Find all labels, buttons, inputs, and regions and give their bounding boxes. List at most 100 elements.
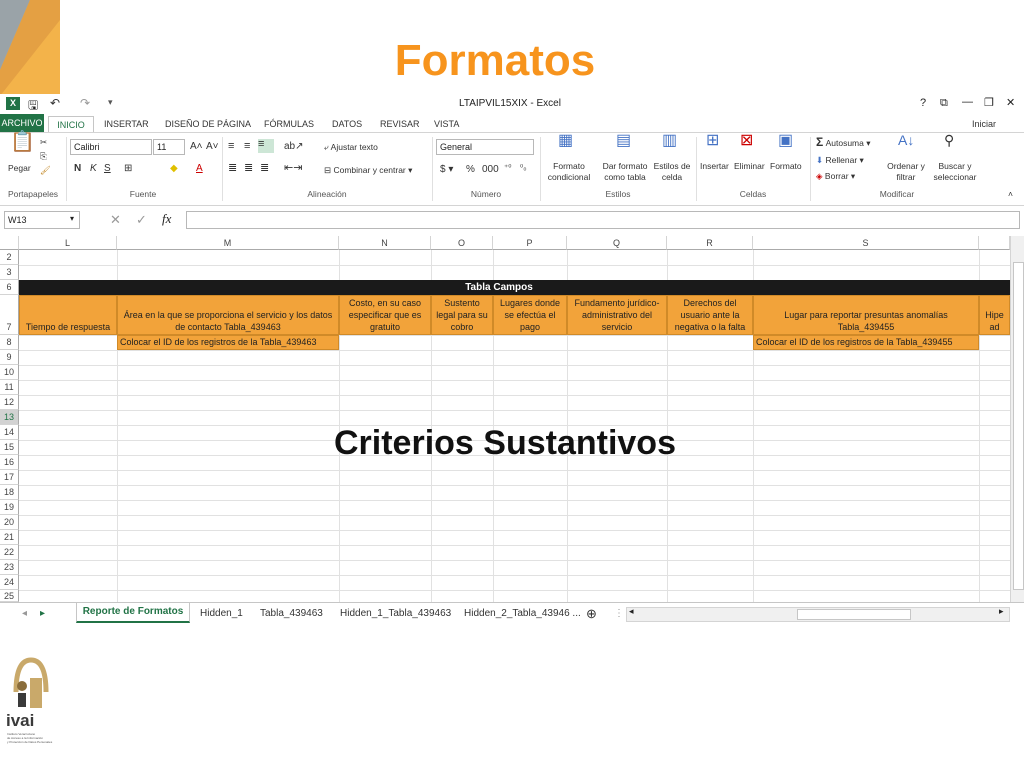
tab-vista[interactable]: VISTA xyxy=(434,116,459,132)
vertical-scrollbar[interactable] xyxy=(1010,236,1024,602)
redo-icon[interactable]: ↷ xyxy=(80,96,90,110)
row-header[interactable]: 13 xyxy=(0,410,19,425)
header-cell-l[interactable]: Tiempo de respuesta xyxy=(19,295,117,335)
tab-datos[interactable]: DATOS xyxy=(332,116,362,132)
copy-icon[interactable]: ⎘ xyxy=(40,151,47,162)
tab-inicio[interactable]: INICIO xyxy=(48,116,94,133)
restore-icon[interactable]: ❐ xyxy=(984,96,994,109)
help-icon[interactable]: ? xyxy=(920,97,926,109)
sheet-tab-hidden2-tabla[interactable]: Hidden_2_Tabla_43946 ... xyxy=(464,605,581,623)
tab-insertar[interactable]: INSERTAR xyxy=(104,116,149,132)
name-box[interactable]: W13 xyxy=(4,211,80,229)
row-header[interactable]: 2 xyxy=(0,250,19,265)
column-header-p[interactable]: P xyxy=(493,236,567,250)
next-sheet-icon[interactable]: ▸ xyxy=(40,605,45,623)
add-sheet-icon[interactable]: ⊕ xyxy=(586,605,597,623)
format-cells-icon[interactable]: ▣ xyxy=(778,133,793,149)
horizontal-scroll-thumb[interactable] xyxy=(797,609,911,620)
row-header[interactable]: 11 xyxy=(0,380,19,395)
format-table-button[interactable]: Dar formato como tabla xyxy=(598,161,652,183)
underline-icon[interactable]: S xyxy=(104,163,111,174)
tab-formulas[interactable]: FÓRMULAS xyxy=(264,116,314,132)
row-header[interactable]: 25 xyxy=(0,590,19,602)
conditional-format-button[interactable]: Formato condicional xyxy=(542,161,596,183)
align-left-icon[interactable]: ≣ xyxy=(228,163,237,174)
row-header[interactable]: 8 xyxy=(0,335,19,350)
sheet-tab-hidden1-tabla[interactable]: Hidden_1_Tabla_439463 xyxy=(340,605,451,623)
thousands-icon[interactable]: 000 xyxy=(482,164,499,175)
number-format-select[interactable]: General xyxy=(436,139,534,155)
header-cell-q[interactable]: Fundamento jurídico-administrativo del s… xyxy=(567,295,667,335)
conditional-format-icon[interactable]: ▦ xyxy=(558,133,573,149)
currency-icon[interactable]: $ ▾ xyxy=(440,164,453,175)
cancel-icon[interactable]: ✕ xyxy=(110,212,121,228)
cell-styles-icon[interactable]: ▥ xyxy=(662,133,677,149)
table-title-cell[interactable]: Tabla Campos xyxy=(19,280,979,295)
ribbon-display-icon[interactable]: ⧉ xyxy=(940,97,948,110)
insert-function-icon[interactable]: fx xyxy=(162,211,171,227)
sign-in-link[interactable]: Iniciar sesión xyxy=(972,116,1024,145)
row-header[interactable]: 12 xyxy=(0,395,19,410)
row-header[interactable]: 17 xyxy=(0,470,19,485)
sheet-tab-hidden1[interactable]: Hidden_1 xyxy=(200,605,243,623)
row-header[interactable]: 23 xyxy=(0,560,19,575)
clear-button[interactable]: ◈ Borrar ▾ xyxy=(816,171,855,182)
shrink-font-icon[interactable]: A˅ xyxy=(206,141,219,152)
tab-split-handle[interactable]: ⋮ xyxy=(614,605,624,623)
align-middle-icon[interactable]: ≡ xyxy=(244,141,250,152)
cut-icon[interactable]: ✂ xyxy=(40,137,47,148)
decrease-decimal-icon[interactable]: ⁰₀ xyxy=(520,162,527,173)
font-size-select[interactable]: 11 xyxy=(153,139,185,155)
insert-cells-button[interactable]: Insertar xyxy=(700,161,729,172)
tab-archivo[interactable]: ARCHIVO xyxy=(0,114,44,132)
enter-icon[interactable]: ✓ xyxy=(136,212,147,228)
row-header[interactable]: 22 xyxy=(0,545,19,560)
select-all-corner[interactable] xyxy=(0,236,19,250)
header-cell-m[interactable]: Área en la que se proporciona el servici… xyxy=(117,295,339,335)
header-cell-p[interactable]: Lugares donde se efectúa el pago xyxy=(493,295,567,335)
italic-icon[interactable]: K xyxy=(90,163,97,174)
quick-access-chevron-icon[interactable]: ▾ xyxy=(108,97,113,108)
header-cell-t[interactable]: Hipe ad xyxy=(979,295,1010,335)
scroll-right-icon[interactable]: ▸ xyxy=(999,606,1004,617)
autosum-button[interactable]: Σ Autosuma ▾ xyxy=(816,136,871,149)
percent-icon[interactable]: % xyxy=(466,164,475,175)
undo-icon[interactable]: ↶ xyxy=(50,96,60,110)
row8-id-note-m[interactable]: Colocar el ID de los registros de la Tab… xyxy=(117,335,339,350)
sheet-tab-tabla439463[interactable]: Tabla_439463 xyxy=(260,605,323,623)
wrap-text-button[interactable]: ⤶ Ajustar texto xyxy=(324,142,378,153)
row-header[interactable]: 7 xyxy=(0,295,19,335)
fill-button[interactable]: ⬇ Rellenar ▾ xyxy=(816,155,864,166)
align-bottom-icon[interactable]: ≡ xyxy=(258,139,274,153)
delete-cells-icon[interactable]: ⊠ xyxy=(740,133,753,149)
align-right-icon[interactable]: ≣ xyxy=(260,163,269,174)
indent-icon[interactable]: ⇤⇥ xyxy=(284,163,302,174)
row-header[interactable]: 19 xyxy=(0,500,19,515)
header-cell-s[interactable]: Lugar para reportar presuntas anomalías … xyxy=(753,295,979,335)
name-box-chevron-icon[interactable]: ▾ xyxy=(70,214,74,223)
orientation-icon[interactable]: ab↗ xyxy=(284,141,304,152)
row-header[interactable]: 6 xyxy=(0,280,19,295)
binoculars-icon[interactable]: ⚲ xyxy=(944,133,954,147)
tab-diseno-pagina[interactable]: DISEÑO DE PÁGINA xyxy=(165,116,251,132)
header-cell-o[interactable]: Sustento legal para su cobro xyxy=(431,295,493,335)
minimize-icon[interactable]: — xyxy=(962,96,973,108)
row8-id-note-s[interactable]: Colocar el ID de los registros de la Tab… xyxy=(753,335,979,350)
row-header[interactable]: 18 xyxy=(0,485,19,500)
header-cell-n[interactable]: Costo, en su caso especificar que es gra… xyxy=(339,295,431,335)
paste-button[interactable]: Pegar xyxy=(8,163,31,174)
bold-icon[interactable]: N xyxy=(74,163,81,174)
tab-revisar[interactable]: REVISAR xyxy=(380,116,420,132)
row-header[interactable]: 9 xyxy=(0,350,19,365)
align-top-icon[interactable]: ≡ xyxy=(228,141,234,152)
close-icon[interactable]: ✕ xyxy=(1006,96,1015,109)
row-header[interactable]: 10 xyxy=(0,365,19,380)
format-cells-button[interactable]: Formato xyxy=(770,161,802,172)
header-cell-r[interactable]: Derechos del usuario ante la negativa o … xyxy=(667,295,753,335)
column-header-s[interactable]: S xyxy=(753,236,979,250)
column-header-n[interactable]: N xyxy=(339,236,431,250)
collapse-ribbon-icon[interactable]: ˄ xyxy=(1008,189,1013,200)
find-select-button[interactable]: Buscar y seleccionar xyxy=(928,161,982,183)
merge-center-button[interactable]: ⊟ Combinar y centrar ▾ xyxy=(324,165,412,176)
column-header-r[interactable]: R xyxy=(667,236,753,250)
